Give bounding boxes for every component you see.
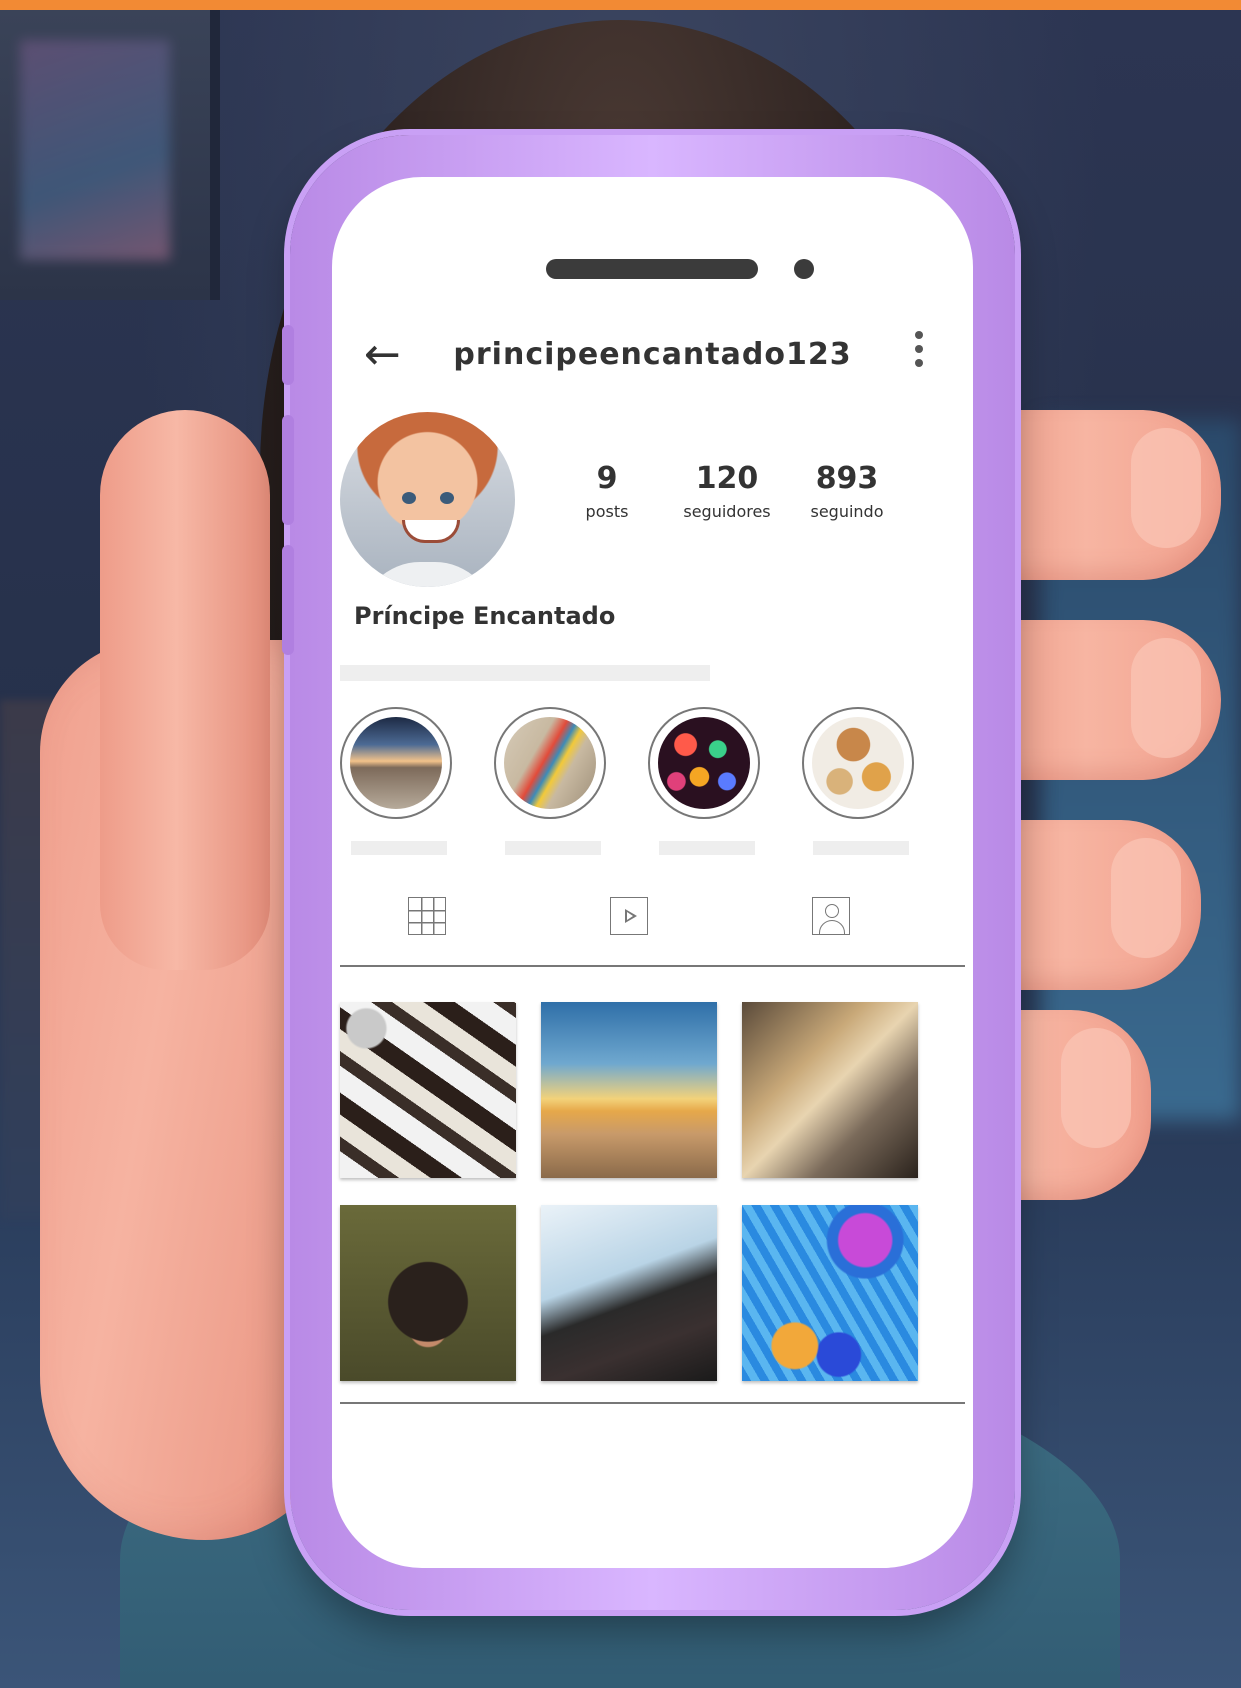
highlight-caption-placeholder	[659, 841, 755, 855]
highlight-item[interactable]	[648, 707, 766, 855]
tab-tagged[interactable]	[812, 897, 852, 937]
profile-tabs	[340, 897, 965, 957]
stat-value: 120	[695, 461, 759, 496]
kebab-menu-icon[interactable]	[915, 331, 923, 373]
stat-followers[interactable]: 120 seguidores	[672, 461, 782, 522]
post-palm-beach[interactable]	[541, 1002, 717, 1178]
highlight-image-food-tray	[812, 717, 904, 809]
tab-reels[interactable]	[610, 897, 650, 937]
highlight-ring	[802, 707, 914, 819]
hand-thumb	[100, 410, 270, 970]
stat-label: seguindo	[810, 502, 884, 521]
highlight-image-bokeh-lights	[658, 717, 750, 809]
avatar-shirt	[360, 562, 495, 587]
post-smiling-dog[interactable]	[340, 1205, 516, 1381]
tagged-icon-head	[825, 904, 839, 918]
fingernail	[1061, 1028, 1131, 1148]
post-polaroid-photos[interactable]	[340, 1002, 516, 1178]
stat-posts[interactable]: 9 posts	[552, 461, 662, 522]
phone-volume-button	[282, 545, 294, 655]
highlight-caption-placeholder	[351, 841, 447, 855]
fingernail	[1131, 638, 1201, 758]
profile-stats: 9 posts 120 seguidores 893 seguindo	[552, 461, 902, 522]
avatar-smile	[402, 520, 460, 543]
fingernail	[1111, 838, 1181, 958]
phone-screen: ← principeencantado123 9 posts 120 segui…	[332, 177, 973, 1568]
profile-avatar[interactable]	[340, 412, 515, 587]
phone-side-button	[282, 325, 294, 385]
wall-picture-frame	[0, 10, 220, 300]
highlight-item[interactable]	[494, 707, 612, 855]
stat-label: posts	[585, 502, 629, 521]
avatar-eye	[402, 492, 416, 504]
avatar-eye	[440, 492, 454, 504]
post-skateboard-jump[interactable]	[541, 1205, 717, 1381]
grid-icon	[408, 897, 446, 935]
highlight-image-skateboard	[504, 717, 596, 809]
post-pool-floats[interactable]	[742, 1205, 918, 1381]
post-champagne-toast[interactable]	[742, 1002, 918, 1178]
phone-volume-button	[282, 415, 294, 525]
profile-username: principeencantado123	[453, 337, 852, 372]
stat-label: seguidores	[683, 502, 771, 521]
profile-display-name: Príncipe Encantado	[354, 602, 616, 630]
reels-icon	[610, 897, 648, 935]
front-camera	[794, 259, 814, 279]
highlight-ring	[340, 707, 452, 819]
highlight-caption-placeholder	[505, 841, 601, 855]
tagged-icon	[812, 897, 850, 935]
highlight-item[interactable]	[802, 707, 920, 855]
stat-value: 893	[815, 461, 879, 496]
grid-bottom-divider	[340, 1402, 965, 1404]
story-highlights	[340, 707, 920, 877]
orange-top-bar	[0, 0, 1241, 10]
tagged-icon-body	[819, 920, 845, 934]
highlight-ring	[648, 707, 760, 819]
highlight-image-airplane-window	[350, 717, 442, 809]
bio-placeholder-bar	[340, 665, 710, 681]
highlight-caption-placeholder	[813, 841, 909, 855]
frame-artwork	[20, 40, 170, 260]
smartphone: ← principeencantado123 9 posts 120 segui…	[282, 135, 1015, 1610]
tabs-divider	[340, 965, 965, 967]
stat-value: 9	[596, 461, 618, 496]
stat-following[interactable]: 893 seguindo	[792, 461, 902, 522]
tab-posts-grid[interactable]	[408, 897, 448, 937]
fingernail	[1131, 428, 1201, 548]
highlight-ring	[494, 707, 606, 819]
profile-header: ← principeencantado123	[332, 329, 973, 389]
highlight-item[interactable]	[340, 707, 458, 855]
speaker-grille	[546, 259, 758, 279]
